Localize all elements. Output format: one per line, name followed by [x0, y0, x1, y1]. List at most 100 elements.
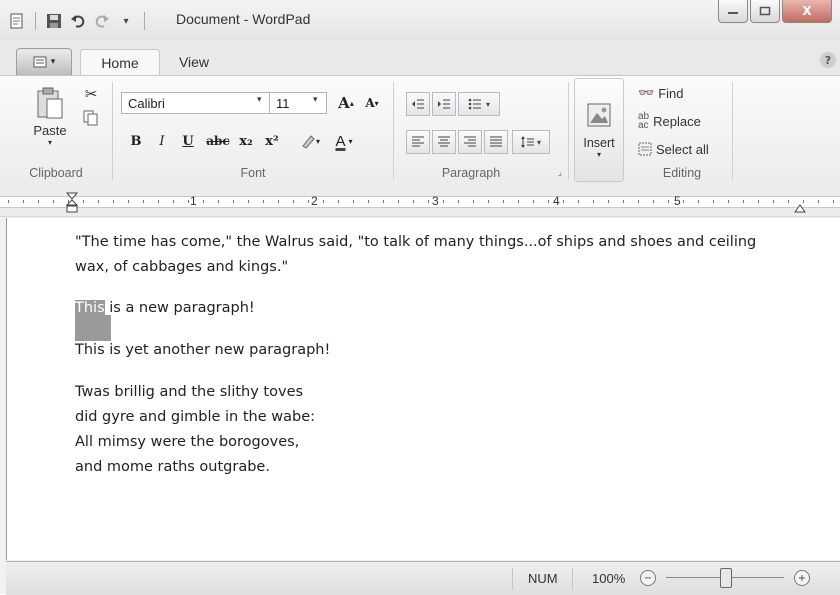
- ruler-tick: [398, 200, 399, 203]
- ruler-tick: [413, 200, 414, 203]
- ruler-tick: [338, 200, 339, 203]
- ruler-tick: [248, 200, 249, 203]
- status-separator: [512, 568, 513, 590]
- highlight-button[interactable]: ▾: [295, 130, 325, 152]
- paragraph-dialog-launcher-icon[interactable]: ⌟: [558, 168, 562, 178]
- redo-icon[interactable]: [93, 12, 111, 30]
- align-right-button[interactable]: [458, 130, 482, 154]
- bold-button[interactable]: B: [125, 130, 147, 152]
- chevron-down-icon: ▾: [257, 95, 262, 105]
- save-icon[interactable]: [45, 12, 63, 30]
- insert-button[interactable]: Insert ▾: [574, 78, 624, 182]
- document-area[interactable]: "The time has come," the Walrus said, "t…: [6, 218, 840, 560]
- ruler-tick: [233, 200, 234, 203]
- decrease-indent-button[interactable]: [406, 92, 430, 116]
- group-separator: [568, 82, 569, 180]
- zoom-out-button[interactable]: −: [640, 570, 656, 586]
- right-indent-marker[interactable]: [794, 198, 806, 217]
- font-size-select[interactable]: 11: [269, 92, 327, 114]
- qat-separator: [144, 12, 145, 30]
- ruler-tick: [503, 200, 504, 203]
- zoom-slider-thumb[interactable]: [720, 568, 732, 588]
- tab-home[interactable]: Home: [80, 49, 160, 76]
- grow-font-button[interactable]: A ▴: [335, 92, 357, 114]
- ruler-tick: [428, 200, 429, 203]
- ruler-tick: [203, 200, 204, 203]
- font-color-button[interactable]: A ▾: [327, 130, 361, 152]
- ruler-tick: [188, 200, 189, 203]
- num-lock-indicator: NUM: [528, 571, 558, 586]
- maximize-button[interactable]: [750, 0, 780, 23]
- chevron-down-icon: ▾: [485, 99, 490, 109]
- underline-button[interactable]: U: [177, 130, 199, 152]
- ruler-tick: [773, 200, 774, 203]
- chevron-down-icon: ▾: [596, 149, 601, 159]
- paragraph-3: This is yet another new paragraph!: [75, 342, 331, 358]
- shrink-font-label: A: [365, 96, 375, 110]
- font-color-label: A: [335, 132, 346, 150]
- find-button[interactable]: 👓 Find: [638, 82, 683, 104]
- select-all-button[interactable]: Select all: [638, 138, 709, 160]
- ruler-tick: [353, 200, 354, 203]
- left-indent-marker[interactable]: [65, 192, 79, 218]
- align-left-button[interactable]: [406, 130, 430, 154]
- help-icon[interactable]: ?: [820, 52, 836, 68]
- dropdown-icon[interactable]: ▾: [117, 12, 135, 30]
- font-label: Font: [240, 166, 266, 180]
- close-button[interactable]: X: [782, 0, 832, 23]
- ruler-tick: [368, 200, 369, 203]
- replace-label: Replace: [653, 113, 701, 129]
- application-menu-button[interactable]: ▾: [16, 48, 72, 76]
- align-center-button[interactable]: [432, 130, 456, 154]
- ruler-tick: [293, 200, 294, 203]
- justify-button[interactable]: [484, 130, 508, 154]
- paste-label: Paste: [33, 123, 67, 138]
- ruler-tick: [83, 200, 84, 203]
- ruler-tick: [638, 200, 639, 203]
- menu-icon: [33, 56, 47, 68]
- replace-button[interactable]: ab ac Replace: [638, 110, 701, 132]
- copy-icon[interactable]: [80, 108, 102, 128]
- tab-view[interactable]: View: [168, 49, 220, 75]
- italic-button[interactable]: I: [151, 130, 173, 152]
- ruler-tick: [518, 200, 519, 203]
- select-all-icon: [638, 142, 652, 156]
- highlighter-icon: [302, 135, 315, 149]
- select-all-label: Select all: [656, 141, 709, 157]
- ruler-number: 5: [674, 194, 681, 208]
- clipboard-label: Clipboard: [29, 166, 83, 180]
- shrink-font-button[interactable]: A ▾: [361, 92, 383, 114]
- strikethrough-button[interactable]: abc: [205, 130, 231, 152]
- status-separator: [572, 568, 573, 590]
- minimize-button[interactable]: [718, 0, 748, 23]
- editing-label: Editing: [662, 166, 702, 180]
- chevron-down-icon: ▾: [348, 136, 353, 146]
- ruler-tick: [278, 200, 279, 203]
- paragraph-1-line-2: wax, of cabbages and kings.": [75, 259, 289, 275]
- wordpad-doc-icon[interactable]: [8, 12, 26, 30]
- ruler-tick: [488, 200, 489, 203]
- binoculars-icon: 👓: [638, 85, 655, 100]
- undo-icon[interactable]: [69, 12, 87, 30]
- ruler-tick: [818, 200, 819, 203]
- ruler-track: 1 2 3 4 5: [0, 194, 840, 208]
- chevron-down-icon: ▾: [536, 137, 541, 147]
- paste-button[interactable]: Paste ▾: [32, 82, 68, 152]
- ruler-tick: [788, 200, 789, 203]
- font-family-select[interactable]: Calibri: [121, 92, 271, 114]
- ruler-number: 2: [311, 194, 318, 208]
- cut-icon[interactable]: ✂: [80, 84, 102, 104]
- ruler-tick: [563, 200, 564, 203]
- picture-icon: [587, 103, 611, 126]
- increase-indent-button[interactable]: [432, 92, 456, 116]
- ruler-tick: [173, 200, 174, 203]
- ruler-tick: [218, 200, 219, 203]
- superscript-button[interactable]: x²: [261, 130, 283, 152]
- subscript-button[interactable]: x₂: [235, 130, 257, 152]
- zoom-in-button[interactable]: +: [794, 570, 810, 586]
- ruler-tick: [533, 200, 534, 203]
- line-spacing-button[interactable]: ▾: [512, 130, 550, 154]
- ruler-tick: [383, 200, 384, 203]
- bullets-button[interactable]: ▾: [458, 92, 500, 116]
- zoom-level[interactable]: 100%: [592, 571, 625, 586]
